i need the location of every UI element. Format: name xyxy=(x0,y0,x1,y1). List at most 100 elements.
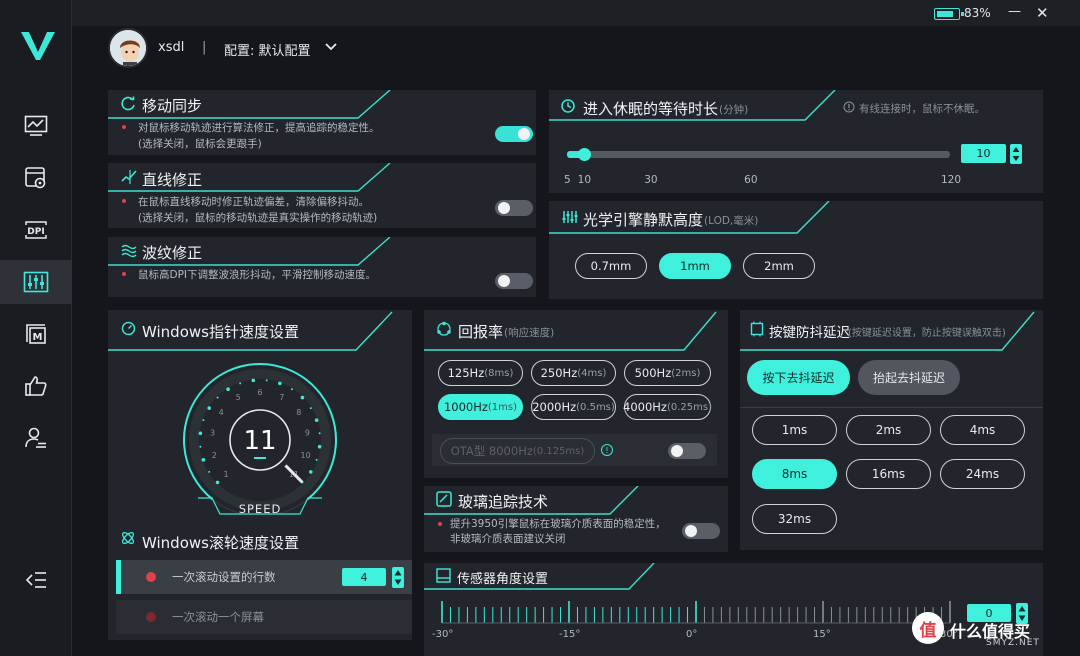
angle-snap-panel: 直线修正 在鼠标直线移动时修正轨迹偏差，清除偏移抖动。 (选择关闭，鼠标的移动轨… xyxy=(108,163,536,228)
polling-option-sub: (8ms) xyxy=(484,367,514,379)
polling-title: 回报率 xyxy=(458,323,504,341)
angle-snap-desc1: 在鼠标直线移动时修正轨迹偏差，清除偏移抖动。 xyxy=(138,196,369,208)
minimize-button[interactable]: — xyxy=(1008,4,1021,19)
thumbs-up-icon xyxy=(25,376,47,396)
ota-toggle[interactable] xyxy=(668,443,706,459)
dial-number: 9 xyxy=(305,428,310,437)
lod-option-1mm[interactable]: 1mm xyxy=(659,253,731,279)
dial-dot xyxy=(202,419,205,422)
lod-option-2mm[interactable]: 2mm xyxy=(743,253,815,279)
dial-dot xyxy=(199,445,202,448)
debounce-option-24ms[interactable]: 24ms xyxy=(940,459,1025,489)
collapse-sidebar-button[interactable] xyxy=(0,558,72,602)
dial-dot xyxy=(198,431,203,436)
debounce-icon xyxy=(750,321,764,337)
angle-snap-desc2: (选择关闭，鼠标的移动轨迹是真实操作的移动轨迹) xyxy=(138,212,378,224)
sidebar-item-dpi[interactable]: DPI xyxy=(0,208,72,252)
glass-toggle[interactable] xyxy=(682,523,720,539)
sleep-stepper[interactable] xyxy=(1010,144,1022,164)
sliders-icon xyxy=(23,271,49,293)
sidebar-item-lighting[interactable] xyxy=(0,156,72,200)
stepper-arrows-icon xyxy=(394,570,402,585)
dial-dot xyxy=(318,432,321,435)
polling-option-main: 2000Hz xyxy=(532,400,577,414)
sleep-tick: 10 xyxy=(577,174,592,186)
dial-number: 4 xyxy=(219,408,224,417)
sidebar-item-account[interactable] xyxy=(0,416,72,460)
debounce-title: 按键防抖延迟 xyxy=(769,325,850,341)
debounce-option-1ms[interactable]: 1ms xyxy=(752,415,837,445)
dial-dot xyxy=(208,470,211,473)
wave-icon xyxy=(121,244,137,258)
config-label[interactable]: 配置: 默认配置 xyxy=(224,40,311,59)
motion-sync-desc2: (选择关闭，鼠标会更跟手) xyxy=(138,138,262,150)
scroll-lines-input[interactable]: 4 xyxy=(342,568,386,586)
motion-sync-desc1: 对鼠标移动轨迹进行算法修正，提高追踪的稳定性。 xyxy=(138,122,380,134)
debounce-option-4ms[interactable]: 4ms xyxy=(940,415,1025,445)
polling-option-500hz[interactable]: 500Hz (2ms) xyxy=(624,360,711,386)
motion-sync-toggle[interactable] xyxy=(495,126,533,142)
sidebar-item-favorites[interactable] xyxy=(0,364,72,408)
polling-option-sub: (2ms) xyxy=(671,367,701,379)
close-button[interactable]: ✕ xyxy=(1036,4,1049,22)
motion-sync-title: 移动同步 xyxy=(142,97,203,115)
username: xsdl xyxy=(158,40,185,55)
sleep-title: 进入休眠的等待时长 xyxy=(583,100,719,118)
scroll-option-screen[interactable]: 一次滚动一个屏幕 xyxy=(116,600,412,634)
sleep-tick: 5 xyxy=(564,174,571,186)
polling-option-sub: (0.25ms) xyxy=(666,401,712,413)
scroll-option-lines[interactable]: 一次滚动设置的行数 4 xyxy=(116,560,412,594)
dial-dot xyxy=(300,395,305,400)
tab-press-debounce[interactable]: 按下去抖延迟 xyxy=(747,360,850,395)
sidebar-item-settings[interactable] xyxy=(0,260,72,304)
image-settings-icon xyxy=(25,167,46,189)
speed-dial[interactable]: 1 2 3 4 5 6 7 8 9 10 11 11 xyxy=(178,362,342,514)
sidebar-item-macro[interactable]: M xyxy=(0,312,72,356)
sleep-slider-track[interactable] xyxy=(567,148,950,161)
sensor-angle-panel: 传感器角度设置 0 -30° -15° 0° 15° 30° xyxy=(424,563,1043,656)
dial-dot xyxy=(265,379,268,382)
lod-option-0.7mm[interactable]: 0.7mm xyxy=(575,253,647,279)
angle-snap-toggle[interactable] xyxy=(495,200,533,216)
dial-number: 10 xyxy=(301,451,311,460)
stepper-arrows-icon xyxy=(1012,147,1020,161)
glass-title: 玻璃追踪技术 xyxy=(458,493,549,511)
dial-number: 3 xyxy=(210,428,215,437)
polling-option-2000hz[interactable]: 2000Hz (0.5ms) xyxy=(531,394,616,420)
battery-percent: 83% xyxy=(964,6,991,20)
info-icon xyxy=(843,101,855,113)
sleep-value-input[interactable]: 10 xyxy=(961,144,1006,163)
dial-dot xyxy=(201,458,206,462)
polling-option-1000hz[interactable]: 1000Hz (1ms) xyxy=(438,394,523,420)
debounce-option-8ms[interactable]: 8ms xyxy=(752,459,837,489)
polling-option-125hz[interactable]: 125Hz (8ms) xyxy=(438,360,523,386)
debounce-option-16ms[interactable]: 16ms xyxy=(846,459,931,489)
chevron-down-icon[interactable] xyxy=(324,42,338,52)
debounce-option-32ms[interactable]: 32ms xyxy=(752,504,837,534)
ota-info-icon[interactable]: ! xyxy=(601,444,613,456)
battery-fill xyxy=(936,10,954,17)
ripple-toggle[interactable] xyxy=(495,273,533,289)
scroll-option-lines-label: 一次滚动设置的行数 xyxy=(172,570,276,584)
polling-option-8000hz[interactable]: OTA型 8000Hz (0.125ms) xyxy=(440,438,595,464)
polling-option-250hz[interactable]: 250Hz (4ms) xyxy=(531,360,616,386)
sleep-tick: 30 xyxy=(644,174,658,186)
scroll-lines-stepper[interactable] xyxy=(392,567,404,588)
polling-sub: (响应速度) xyxy=(504,327,555,339)
glass-tracking-panel: 玻璃追踪技术 提升3950引擎鼠标在玻璃介质表面的稳定性， 非玻璃介质表面建议关… xyxy=(424,486,728,552)
polling-option-4000hz[interactable]: 4000Hz (0.25ms) xyxy=(623,394,712,420)
polling-option-sub: (4ms) xyxy=(577,367,607,379)
polling-option-sub: (0.5ms) xyxy=(576,401,615,413)
title-bar xyxy=(72,0,1080,26)
sleep-slider-knob[interactable] xyxy=(577,148,591,161)
dial-dot xyxy=(251,378,256,383)
debounce-option-2ms[interactable]: 2ms xyxy=(846,415,931,445)
watermark-logo: 值 xyxy=(912,612,944,644)
scroll-option-screen-label: 一次滚动一个屏幕 xyxy=(172,610,264,624)
sidebar-item-performance[interactable] xyxy=(0,104,72,148)
sleep-panel: 进入休眠的等待时长 (分钟) 有线连接时，鼠标不休眠。 5 10 30 60 1… xyxy=(549,90,1043,193)
user-settings-icon xyxy=(25,427,46,448)
straight-line-icon xyxy=(121,170,137,184)
avatar[interactable] xyxy=(108,28,148,68)
tab-release-debounce[interactable]: 抬起去抖延迟 xyxy=(858,360,960,395)
